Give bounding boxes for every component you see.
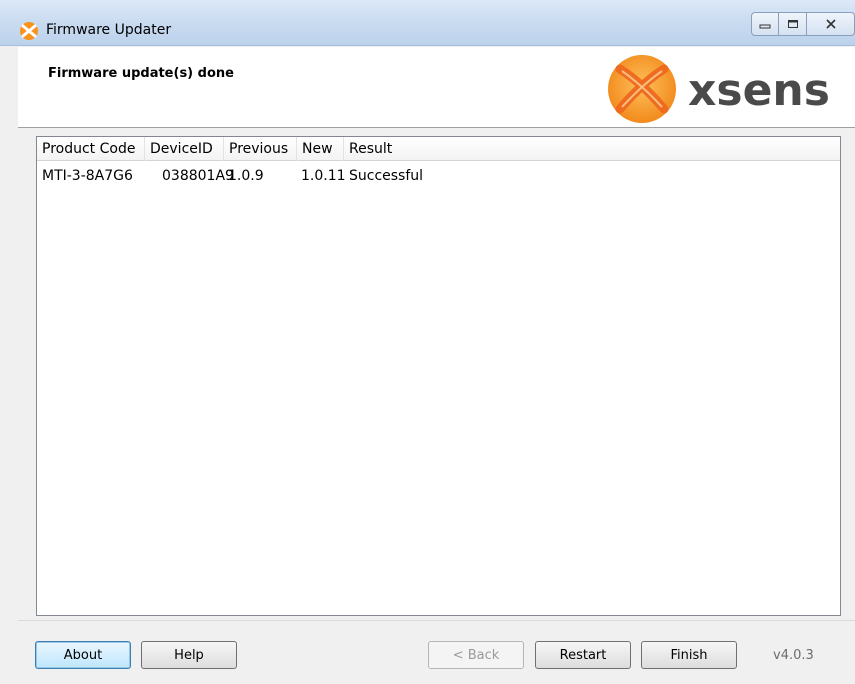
finish-button[interactable]: Finish — [641, 641, 737, 669]
title-bar[interactable]: Firmware Updater — [0, 0, 855, 46]
content-area: Product Code DeviceID Previous New Resul… — [18, 129, 855, 620]
column-header-device-id[interactable]: DeviceID — [145, 137, 224, 161]
maximize-button[interactable] — [779, 12, 807, 36]
table-row[interactable]: MTI-3-8A7G6 038801A9 1.0.9 1.0.11 Succes… — [37, 165, 464, 187]
about-button-label: About — [63, 647, 103, 663]
logo-text: xsens — [688, 65, 830, 116]
minimize-icon — [759, 24, 771, 29]
window-title: Firmware Updater — [46, 22, 172, 38]
back-button-label: < Back — [452, 647, 500, 663]
version-label: v4.0.3 — [773, 648, 814, 663]
back-button[interactable]: < Back — [428, 641, 524, 669]
restart-button[interactable]: Restart — [535, 641, 631, 669]
wizard-header: Firmware update(s) done xsens — [18, 47, 855, 128]
page-title: Firmware update(s) done — [48, 66, 234, 81]
column-header-previous[interactable]: Previous — [224, 137, 297, 161]
minimize-button[interactable] — [751, 12, 779, 36]
cell-result: Successful — [349, 168, 424, 184]
cell-product-code: MTI-3-8A7G6 — [42, 168, 133, 184]
cell-device-id: 038801A9 — [162, 168, 234, 184]
close-icon — [825, 19, 836, 29]
cell-previous: 1.0.9 — [228, 168, 264, 184]
results-table[interactable]: Product Code DeviceID Previous New Resul… — [36, 136, 841, 616]
column-header-result[interactable]: Result — [344, 137, 840, 161]
wizard-footer: About Help < Back Restart Finish v4.0.3 — [18, 620, 855, 684]
help-button-label: Help — [174, 647, 204, 663]
help-button[interactable]: Help — [141, 641, 237, 669]
window-controls — [751, 12, 855, 36]
restart-button-label: Restart — [559, 647, 607, 663]
maximize-icon — [787, 20, 798, 28]
table-header: Product Code DeviceID Previous New Resul… — [37, 137, 840, 161]
firmware-updater-window: Firmware Updater Firmware update(s) done — [0, 0, 855, 684]
column-header-product-code[interactable]: Product Code — [37, 137, 145, 161]
cell-new: 1.0.11 — [301, 168, 346, 184]
column-header-new[interactable]: New — [297, 137, 344, 161]
about-button[interactable]: About — [35, 641, 131, 669]
close-button[interactable] — [807, 12, 855, 36]
xsens-logo: xsens — [608, 55, 830, 123]
app-icon — [20, 22, 38, 40]
finish-button-label: Finish — [670, 647, 708, 663]
